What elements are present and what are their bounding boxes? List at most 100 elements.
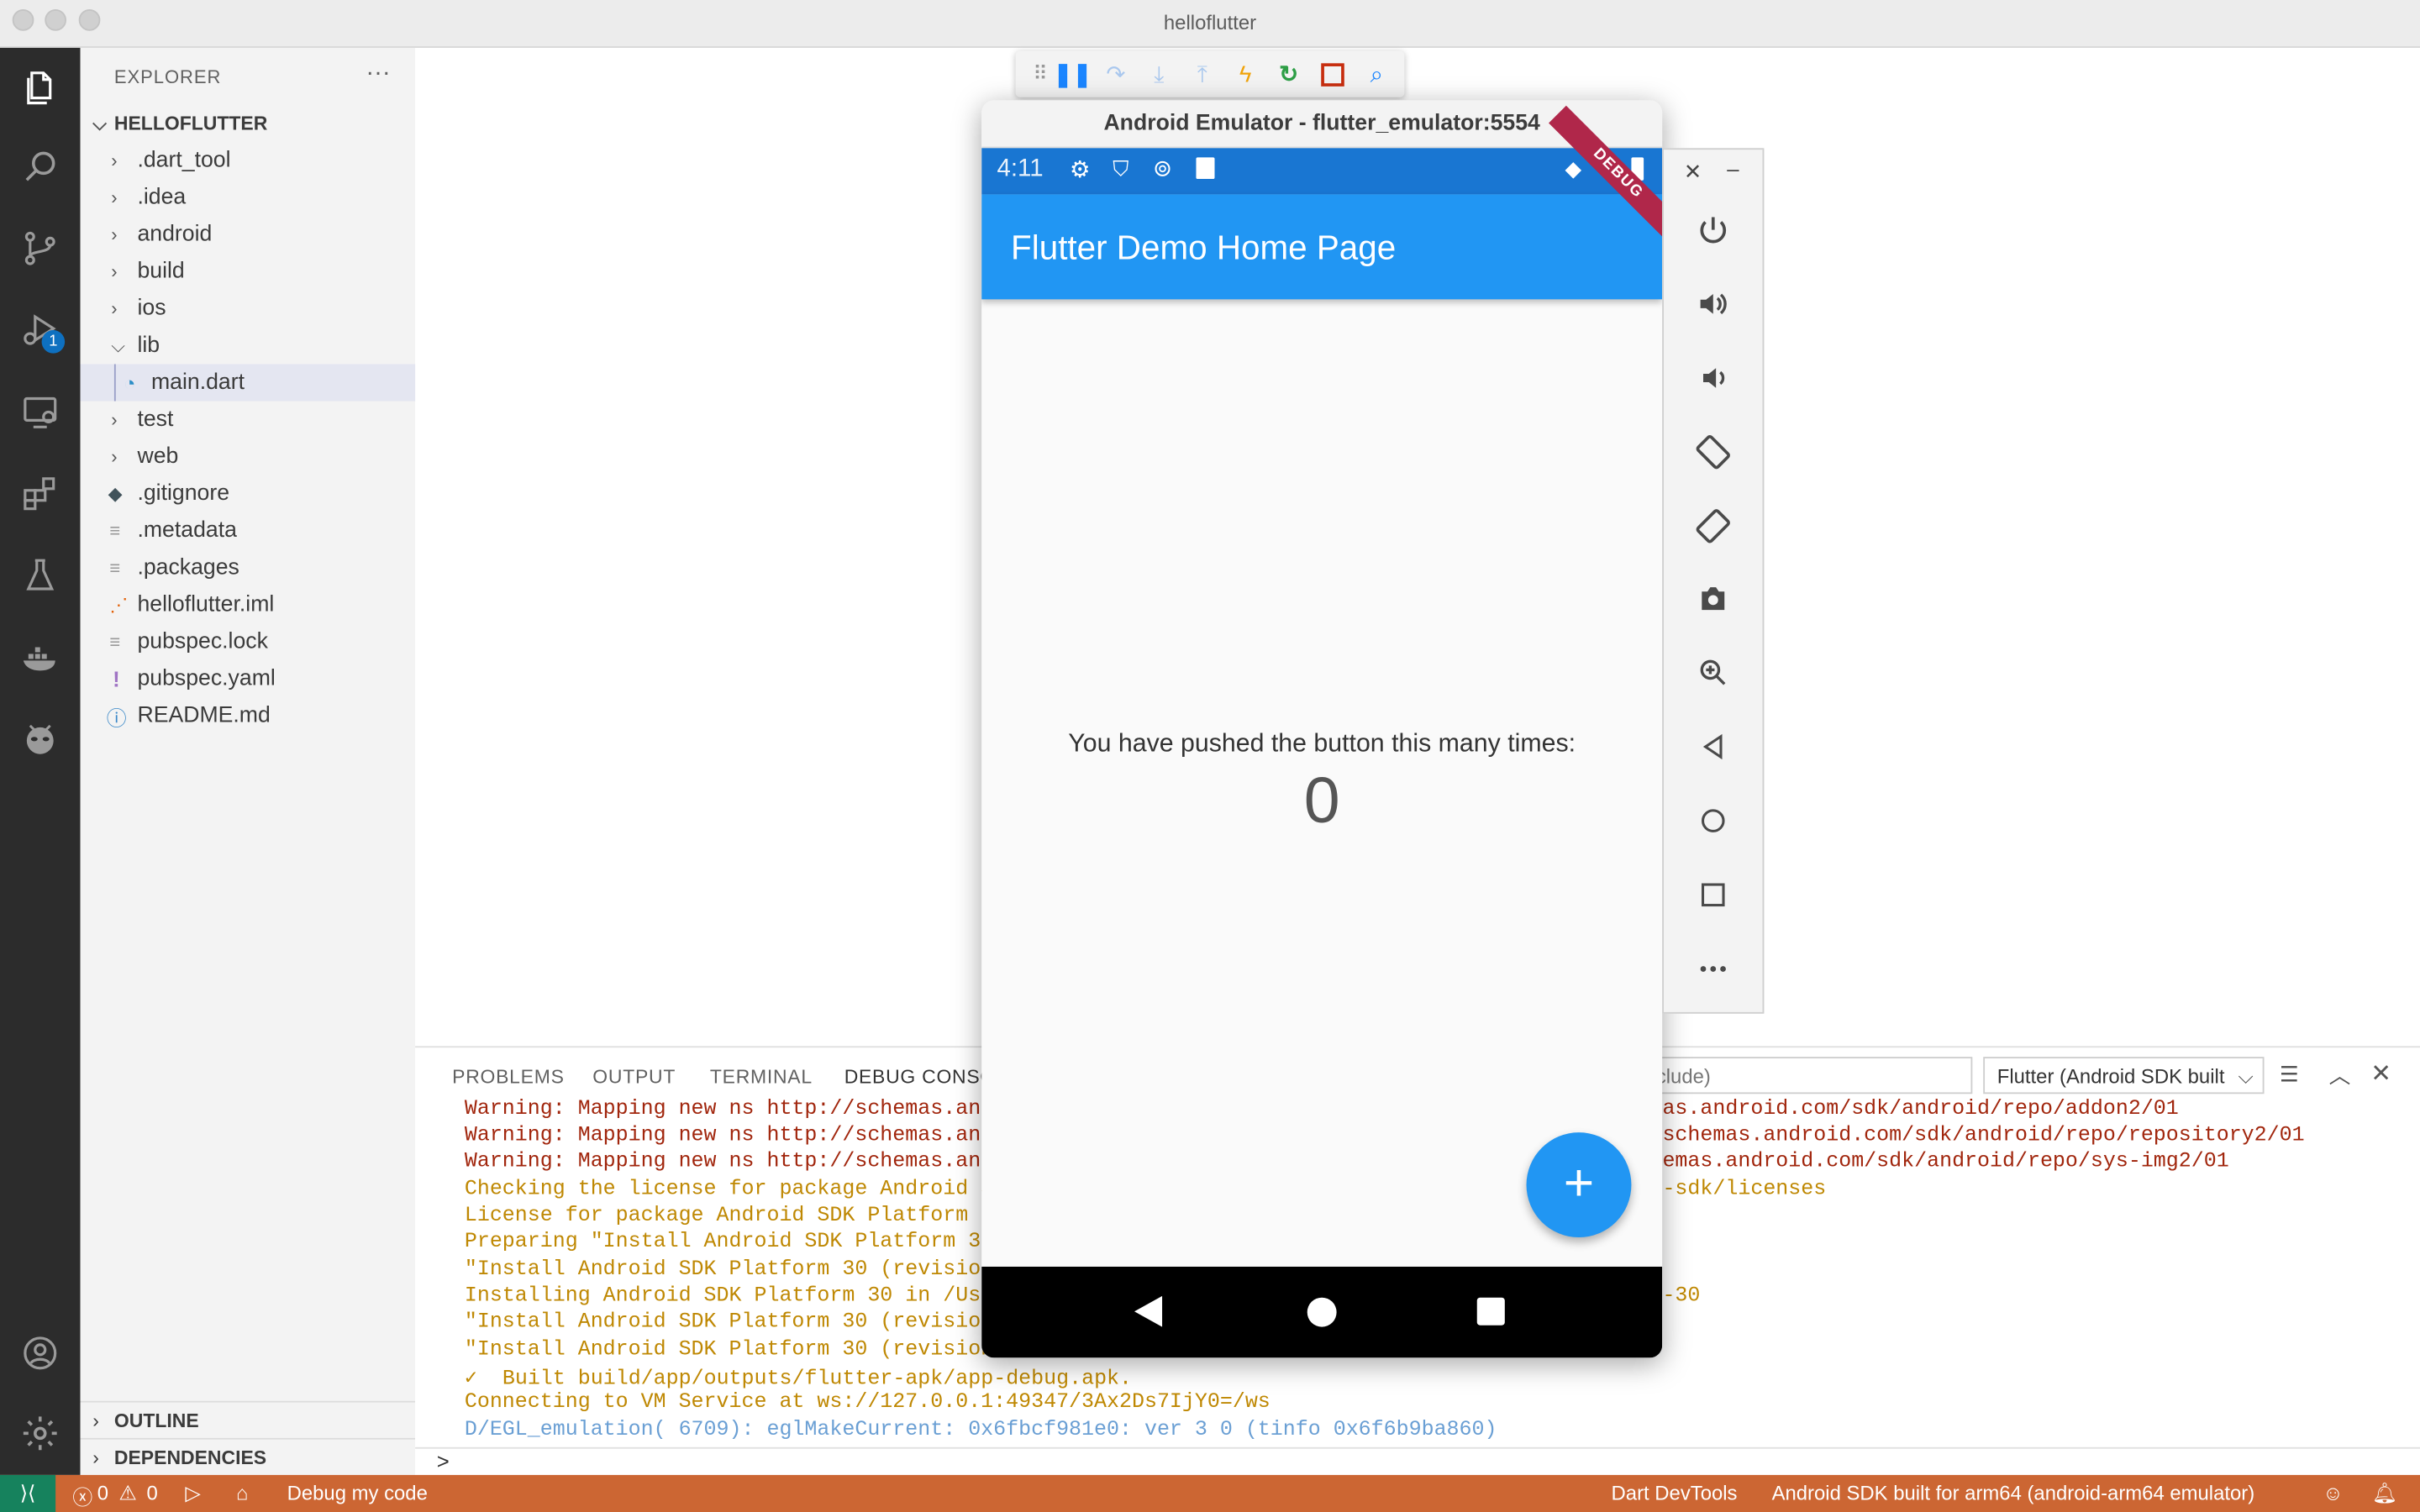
screenshot-button[interactable]: [1695, 580, 1732, 617]
console-line: D/EGL_emulation( 6709): eglMakeCurrent: …: [464, 1419, 1497, 1443]
error-icon: ⓧ: [72, 1485, 93, 1509]
launch-config-select[interactable]: Flutter (Android SDK built ⌵: [1983, 1057, 2265, 1095]
tab-terminal[interactable]: TERMINAL: [710, 1066, 813, 1088]
alien-activity[interactable]: [0, 702, 81, 776]
back-button[interactable]: [1695, 728, 1732, 765]
close-panel-icon[interactable]: ✕: [2370, 1058, 2391, 1089]
tree-item[interactable]: ⋰ helloflutter.iml: [81, 586, 416, 623]
search-icon: [25, 151, 55, 181]
restart-button[interactable]: ↻: [1273, 59, 1304, 90]
console-filter-input[interactable]: clude): [1642, 1057, 1973, 1095]
volume-up-button[interactable]: [1695, 286, 1732, 323]
console-line: ✓ Built build/app/outputs/flutter-apk/ap…: [464, 1368, 1133, 1392]
home-button[interactable]: [1695, 802, 1732, 839]
bell-icon[interactable]: 🔔︎: [2372, 1481, 2397, 1505]
search-activity[interactable]: [0, 129, 81, 203]
explorer-activity[interactable]: [0, 51, 81, 125]
activity-bar: 1: [0, 47, 81, 1475]
debug-my-code[interactable]: Debug my code: [287, 1481, 428, 1504]
tree-item[interactable]: › test: [81, 402, 416, 438]
drag-handle-icon[interactable]: ⠿: [1025, 59, 1056, 90]
warning-count[interactable]: 0: [146, 1481, 157, 1504]
console-line: Warning: Mapping new ns http://schemas.a…: [464, 1151, 2229, 1174]
increment-fab[interactable]: +: [1526, 1132, 1632, 1238]
sd-card-icon: [1196, 157, 1215, 180]
yaml-file-icon: !: [113, 666, 120, 691]
text-file-icon: ≡: [109, 557, 121, 579]
shield-icon: ⛉: [1113, 155, 1129, 181]
stop-button[interactable]: [1317, 59, 1348, 90]
chevron-right-icon: ›: [111, 260, 118, 283]
zoom-button[interactable]: [1695, 654, 1732, 691]
source-control-activity[interactable]: [0, 212, 81, 286]
outline-section[interactable]: › OUTLINE: [80, 1400, 416, 1440]
tree-item[interactable]: ≡ pubspec.lock: [81, 623, 416, 660]
recents-nav-icon[interactable]: [1476, 1297, 1505, 1326]
tree-item[interactable]: › ios: [81, 290, 416, 327]
debug-badge: 1: [41, 330, 66, 354]
tree-item-selected[interactable]: ◔ main.dart: [80, 364, 416, 402]
remote-indicator[interactable]: ⟩⟨: [0, 1474, 56, 1512]
tab-output[interactable]: OUTPUT: [592, 1066, 676, 1088]
dart-devtools[interactable]: Dart DevTools: [1612, 1481, 1738, 1504]
workspace-root[interactable]: ⌵ HELLOFLUTTER: [81, 105, 416, 142]
home-icon[interactable]: ⌂: [236, 1481, 248, 1504]
devtools-button[interactable]: ⌕: [1361, 59, 1392, 90]
feedback-icon[interactable]: ☺: [2323, 1481, 2343, 1504]
hot-reload-button[interactable]: ϟ: [1230, 59, 1261, 90]
chevron-right-icon: ›: [111, 408, 118, 431]
run-debug-activity[interactable]: 1: [0, 293, 81, 367]
step-out-icon: ⤒: [1197, 60, 1207, 87]
error-count[interactable]: 0: [97, 1481, 108, 1504]
tree-item[interactable]: › build: [81, 253, 416, 290]
text-file-icon: ≡: [109, 631, 121, 653]
maximize-panel-icon[interactable]: ︿: [2329, 1060, 2351, 1091]
minimize-emulator-icon[interactable]: –: [1727, 156, 1739, 181]
overview-button[interactable]: [1695, 876, 1732, 913]
tree-item[interactable]: ≡ .packages: [81, 549, 416, 586]
clear-console-icon[interactable]: ☰: [2280, 1062, 2299, 1088]
git-file-icon: ◆: [108, 482, 123, 505]
power-button[interactable]: [1695, 212, 1732, 249]
docker-activity[interactable]: [0, 620, 81, 694]
dependencies-section[interactable]: › DEPENDENCIES: [80, 1437, 416, 1477]
volume-down-button[interactable]: [1695, 360, 1732, 396]
back-nav-icon[interactable]: [1134, 1295, 1163, 1327]
extensions-activity[interactable]: [0, 457, 81, 531]
manage-activity[interactable]: [0, 1396, 81, 1470]
rotate-right-button[interactable]: [1695, 507, 1732, 544]
step-over-button[interactable]: ↷: [1101, 59, 1132, 90]
tree-item[interactable]: ≡ .metadata: [81, 512, 416, 549]
stop-icon: [1320, 62, 1344, 86]
device-selector[interactable]: Android SDK built for arm64 (android-arm…: [1772, 1481, 2255, 1504]
testing-activity[interactable]: [0, 538, 81, 612]
explorer-more-actions[interactable]: ···: [366, 60, 390, 88]
tree-item[interactable]: › android: [81, 216, 416, 253]
close-emulator-icon[interactable]: ✕: [1684, 159, 1702, 185]
debug-run-icon[interactable]: ▷: [185, 1481, 200, 1505]
tab-debug-console[interactable]: DEBUG CONSO: [844, 1066, 996, 1088]
tree-item[interactable]: › .idea: [81, 179, 416, 216]
step-into-button[interactable]: ⤓: [1144, 59, 1175, 90]
rotate-left-icon: [1696, 434, 1730, 470]
console-prompt[interactable]: >: [415, 1446, 2420, 1478]
gear-icon: [23, 1416, 57, 1451]
tree-item[interactable]: › web: [81, 438, 416, 475]
tree-item[interactable]: ⓘ README.md: [81, 697, 416, 734]
tree-item[interactable]: ◆ .gitignore: [81, 475, 416, 512]
chevron-right-icon: ›: [111, 223, 118, 246]
tree-item[interactable]: › .dart_tool: [81, 142, 416, 179]
tree-item[interactable]: ⌵ lib: [81, 327, 416, 364]
pause-button[interactable]: ❚❚: [1053, 59, 1092, 90]
step-out-button[interactable]: ⤒: [1186, 59, 1218, 90]
accounts-activity[interactable]: [0, 1316, 81, 1390]
remote-explorer-activity[interactable]: [0, 375, 81, 449]
more-button[interactable]: [1695, 950, 1732, 987]
console-line: License for package Android SDK Platform…: [464, 1205, 1007, 1229]
tree-item[interactable]: ! pubspec.yaml: [81, 660, 416, 697]
lightning-icon: ϟ: [1239, 60, 1252, 87]
home-nav-icon[interactable]: [1307, 1297, 1337, 1327]
rotate-left-button[interactable]: [1695, 433, 1732, 470]
tab-problems[interactable]: PROBLEMS: [452, 1066, 564, 1088]
window-titlebar: helloflutter: [0, 0, 2420, 48]
